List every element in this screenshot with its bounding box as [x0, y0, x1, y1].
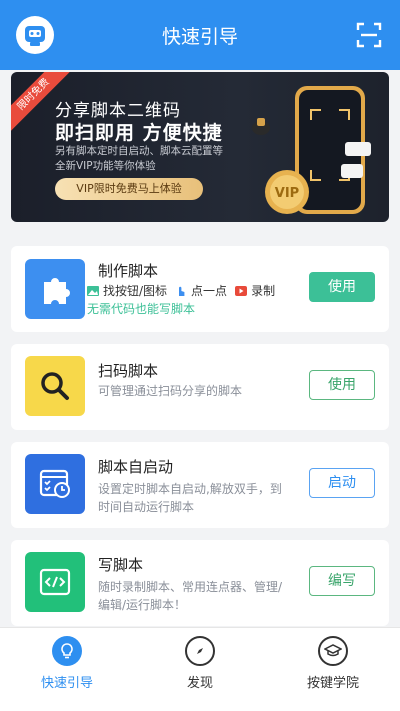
compass-icon	[185, 636, 215, 666]
write-button[interactable]: 编写	[309, 566, 375, 596]
tab-label: 快速引导	[40, 676, 93, 691]
card-scan-script[interactable]: 扫码脚本 可管理通过扫码分享的脚本 使用	[11, 344, 389, 430]
banner-headline: 即扫即用 方便快捷	[55, 122, 223, 144]
use-button[interactable]: 使用	[309, 370, 375, 400]
image-icon	[87, 285, 99, 296]
tap-finger-icon	[179, 286, 185, 296]
magnifier-icon	[25, 356, 85, 416]
graduation-cap-icon	[318, 636, 348, 666]
page-title: 快速引导	[161, 26, 238, 48]
lightbulb-icon	[52, 636, 82, 666]
card-auto-start[interactable]: 脚本自启动 设置定时脚本自启动,解放双手，到时间自动运行脚本 启动	[11, 442, 389, 528]
bottom-tab-bar: 快速引导 发现 按键学院	[0, 627, 400, 711]
tab-quick-guide[interactable]: 快速引导	[12, 636, 122, 691]
phone-coin-illustration: VIP	[252, 86, 371, 214]
tag-find-button: 找按钮/图标	[103, 284, 168, 298]
tag-tap: 点一点	[191, 284, 228, 298]
vip-promo-banner[interactable]: 限时免费 分享脚本二维码 即扫即用 方便快捷 另有脚本定时自启动、脚本云配置等 …	[11, 72, 389, 222]
scan-qr-button[interactable]	[356, 22, 382, 48]
card-title: 写脚本	[98, 556, 144, 574]
tab-academy[interactable]: 按键学院	[278, 636, 388, 691]
scan-icon	[356, 22, 382, 48]
card-desc: 随时录制脚本、常用连点器、管理/编辑/运行脚本！	[98, 580, 283, 612]
tab-label: 按键学院	[306, 676, 359, 691]
svg-text:VIP: VIP	[275, 186, 299, 201]
card-title: 脚本自启动	[98, 458, 174, 476]
card-title: 扫码脚本	[98, 362, 159, 380]
puzzle-icon	[25, 259, 85, 319]
vip-trial-button[interactable]: VIP限时免费马上体验	[55, 178, 203, 200]
card-desc: 可管理通过扫码分享的脚本	[98, 384, 243, 398]
code-icon	[25, 552, 85, 612]
tab-discover[interactable]: 发现	[145, 636, 255, 691]
tab-label: 发现	[186, 676, 213, 691]
card-desc: 设置定时脚本自启动,解放双手，到时间自动运行脚本	[98, 482, 282, 514]
top-bar: 快速引导	[0, 0, 400, 70]
card-title: 制作脚本	[98, 262, 159, 280]
tag-record: 录制	[251, 284, 276, 298]
card-write-script[interactable]: 写脚本 随时录制脚本、常用连点器、管理/编辑/运行脚本！ 编写	[11, 540, 389, 626]
start-button[interactable]: 启动	[309, 468, 375, 498]
card-desc: 无需代码也能写脚本	[87, 302, 196, 316]
use-button[interactable]: 使用	[309, 272, 375, 302]
record-icon	[235, 285, 248, 296]
banner-subtitle-2: 全新VIP功能等你体验	[55, 160, 156, 172]
banner-subtitle-1: 另有脚本定时自启动、脚本云配置等	[55, 145, 223, 157]
schedule-icon	[25, 454, 85, 514]
feature-tags: 找按钮/图标 点一点 录制	[87, 282, 281, 299]
